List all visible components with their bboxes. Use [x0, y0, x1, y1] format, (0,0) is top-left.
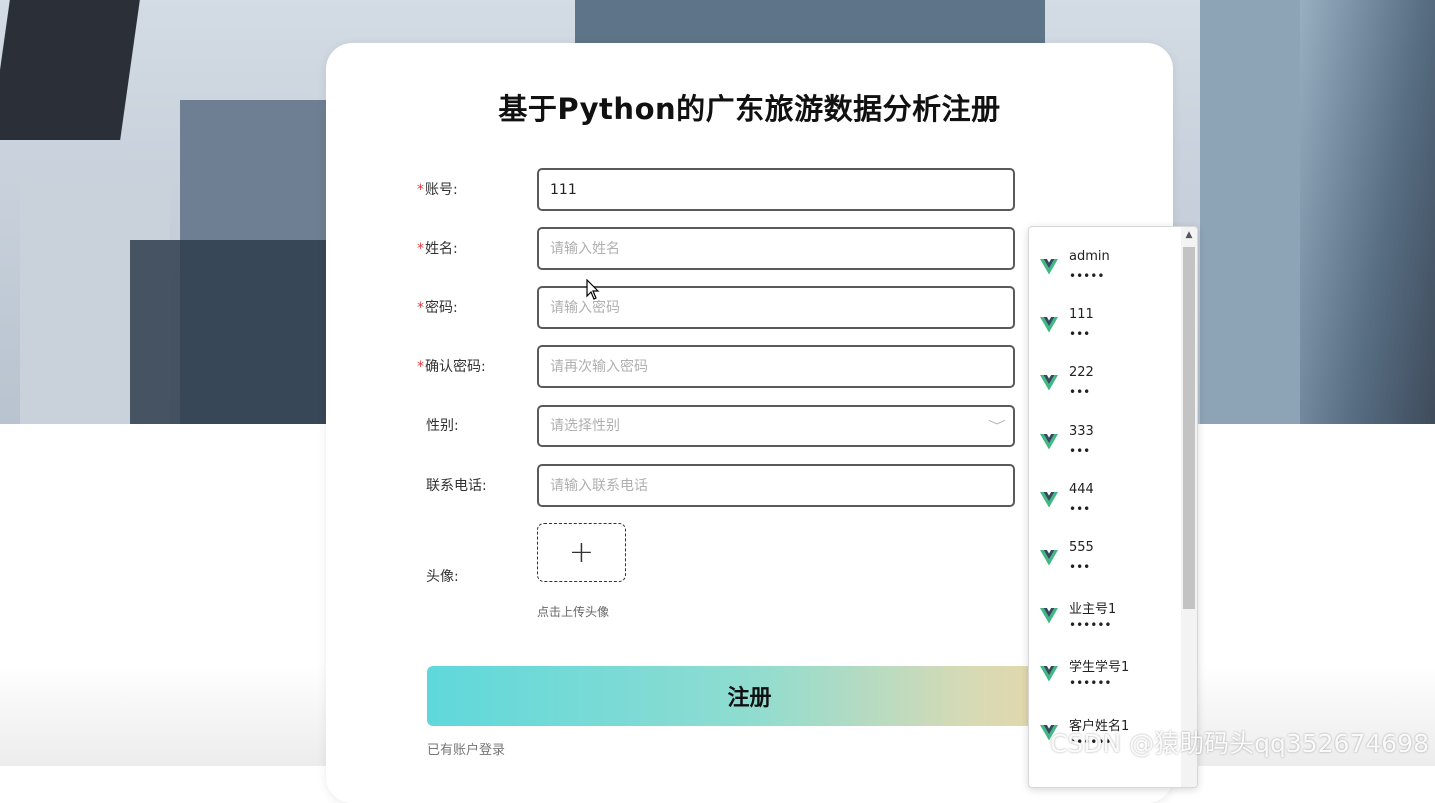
- autocomplete-item[interactable]: 学生学号1 ••••••: [1029, 642, 1181, 700]
- label-gender: 性别:: [417, 416, 459, 436]
- vue-logo-icon: [1040, 491, 1058, 508]
- password-input[interactable]: [537, 286, 1015, 329]
- required-mark: *: [417, 241, 424, 257]
- label-text: 性别:: [426, 418, 459, 434]
- autocomplete-username: 555: [1069, 540, 1094, 555]
- building-center: [575, 0, 1045, 45]
- vue-logo-icon: [1040, 375, 1058, 391]
- vue-logo-icon: [1040, 550, 1058, 566]
- avatar-upload-hint: 点击上传头像: [537, 605, 610, 619]
- avatar-upload-button[interactable]: +: [537, 523, 626, 582]
- autocomplete-password: •••: [1069, 327, 1091, 342]
- vue-logo-icon: [1040, 608, 1058, 624]
- dropdown-scrollbar[interactable]: ▲: [1181, 227, 1197, 787]
- label-confirm-password: *确认密码:: [417, 357, 486, 377]
- login-link[interactable]: 已有账户登录: [427, 739, 505, 758]
- label-password: *密码:: [417, 298, 458, 318]
- autocomplete-item[interactable]: 业主号1 ••••••: [1029, 584, 1181, 642]
- label-text: 账号:: [425, 182, 458, 198]
- autocomplete-password: •••: [1069, 443, 1091, 458]
- vue-logo-icon: [1040, 317, 1058, 333]
- scroll-up-arrow-icon[interactable]: ▲: [1181, 230, 1197, 240]
- chevron-down-icon: ﹀: [987, 419, 1007, 433]
- autocomplete-username: 333: [1069, 423, 1094, 439]
- autocomplete-password: ••••••: [1069, 618, 1112, 633]
- autocomplete-username: 222: [1069, 365, 1094, 381]
- label-text: 头像:: [426, 569, 459, 585]
- mouse-cursor-icon: [586, 279, 600, 300]
- autocomplete-item[interactable]: 444 •••: [1029, 468, 1181, 526]
- gender-select-input[interactable]: [537, 405, 1015, 447]
- autocomplete-password: •••: [1069, 385, 1091, 400]
- confirm-password-input[interactable]: [537, 345, 1015, 388]
- autocomplete-password: •••: [1069, 560, 1091, 574]
- autocomplete-password: ••••••: [1069, 676, 1112, 691]
- autocomplete-username: 业主号1: [1069, 602, 1117, 618]
- label-avatar: 头像:: [417, 567, 459, 587]
- autocomplete-item[interactable]: 111 •••: [1029, 293, 1181, 351]
- building-front: [130, 240, 330, 424]
- label-account: *账号:: [417, 180, 458, 200]
- required-mark: *: [417, 300, 424, 316]
- plus-icon: +: [568, 535, 595, 570]
- watermark: CSDN @猿助码头qq352674698: [1049, 729, 1429, 758]
- autocomplete-password: •••: [1069, 501, 1091, 516]
- autocomplete-dropdown: admin ••••• 111 ••• 222 ••• 333 ••• 444 ••• 555 •••…: [1028, 226, 1198, 788]
- vue-logo-icon: [1040, 433, 1058, 450]
- page-title: 基于Python的广东旅游数据分析注册: [498, 92, 1001, 126]
- label-text: 密码:: [425, 300, 458, 316]
- building-left-dark: [0, 0, 140, 140]
- label-phone: 联系电话:: [417, 476, 487, 496]
- label-text: 确认密码:: [425, 359, 486, 375]
- account-input[interactable]: [537, 168, 1015, 211]
- register-button[interactable]: 注册: [427, 666, 1072, 726]
- autocomplete-item[interactable]: admin •••••: [1029, 235, 1181, 293]
- scrollbar-thumb[interactable]: [1183, 247, 1195, 609]
- autocomplete-item[interactable]: 333 •••: [1029, 410, 1181, 468]
- autocomplete-username: 学生学号1: [1069, 660, 1130, 676]
- autocomplete-password: •••••: [1069, 269, 1105, 283]
- label-text: 联系电话:: [426, 478, 487, 494]
- label-text: 姓名:: [425, 241, 458, 257]
- autocomplete-item[interactable]: 222 •••: [1029, 351, 1181, 409]
- phone-input[interactable]: [537, 464, 1015, 507]
- autocomplete-username: 444: [1069, 481, 1094, 497]
- required-mark: *: [417, 182, 424, 198]
- building-right-edge: [1300, 0, 1435, 424]
- name-input[interactable]: [537, 227, 1015, 270]
- vue-logo-icon: [1040, 666, 1058, 682]
- autocomplete-username: admin: [1069, 249, 1110, 264]
- label-name: *姓名:: [417, 239, 458, 259]
- autocomplete-item[interactable]: 555 •••: [1029, 526, 1181, 584]
- gender-select[interactable]: ﹀: [537, 405, 1015, 447]
- vue-logo-icon: [1040, 259, 1058, 275]
- required-mark: *: [417, 359, 424, 375]
- autocomplete-username: 111: [1069, 307, 1094, 323]
